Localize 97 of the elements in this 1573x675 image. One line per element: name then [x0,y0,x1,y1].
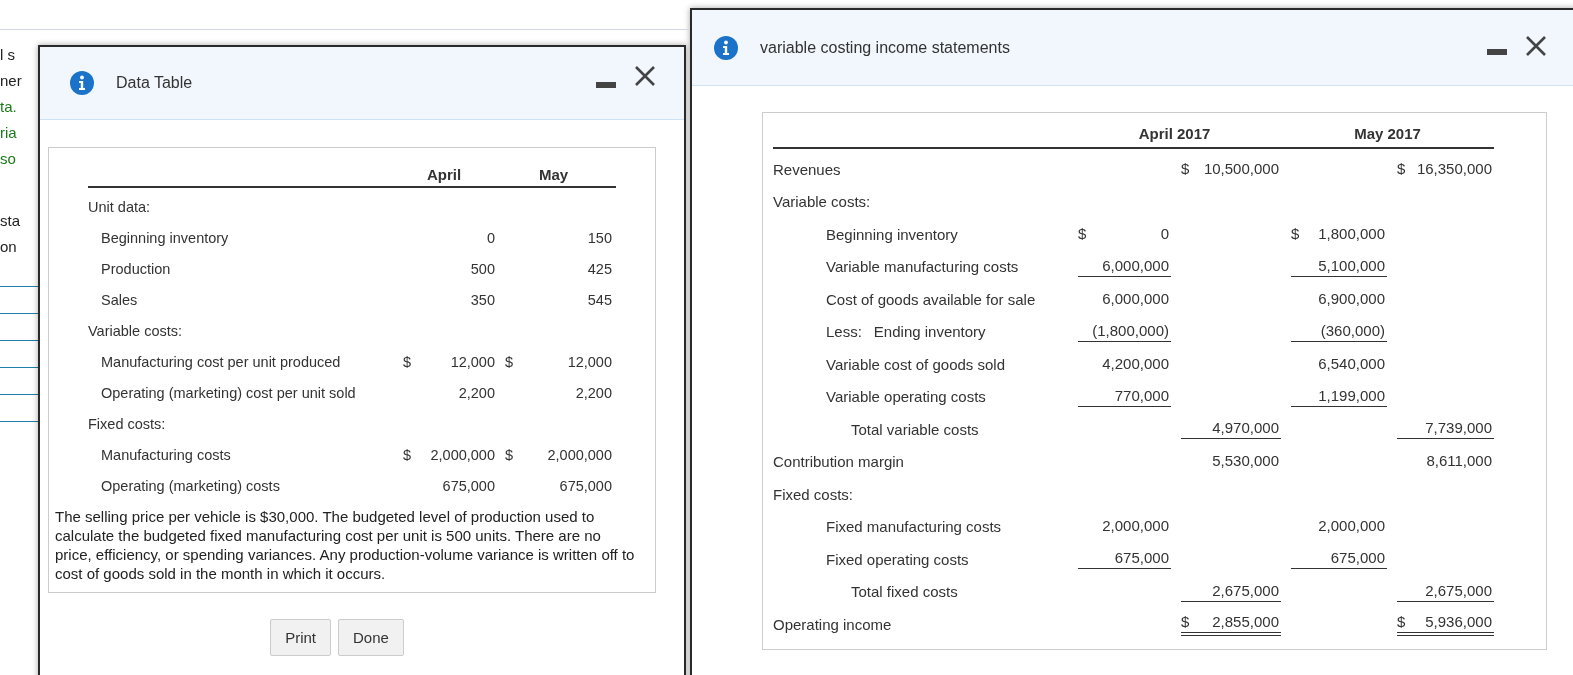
table-cell: 675,000 [1114,549,1169,567]
table-cell-text: 2,000,000 [429,446,495,463]
table-cell-text: 12,000 [449,353,495,370]
table-cell-text: 350 [469,291,495,308]
table-cell: 5,100,000 [1318,256,1385,274]
table-cell: (1,800,000) [1092,321,1169,339]
table-cell-text: 2,200 [574,384,612,401]
row-label: Variable manufacturing costs [826,258,1019,276]
row-label: Operating (marketing) costs [100,477,281,494]
window-title: variable costing income statements [760,38,1010,57]
currency-sign: $ [403,446,412,463]
table-cell-text: 675,000 [558,477,612,494]
background-text: ria [0,123,18,143]
row-label: Operating income [773,615,892,633]
close-icon[interactable] [634,65,656,87]
row-label: Beginning inventory [826,225,958,243]
table-cell: 6,000,000 [1102,256,1169,274]
table-cell: 2,675,000 [1425,581,1492,599]
row-label: Operating (marketing) cost per unit sold [100,384,357,401]
table-cell: 4,970,000 [1212,419,1279,437]
currency-sign: $ [1397,159,1406,177]
table-cell: 7,739,000 [1425,419,1492,437]
row-label: Total fixed costs [851,583,958,601]
dialog-button[interactable]: Print [270,619,331,656]
table-cell: 1,199,000 [1318,386,1385,404]
row-label: Fixed manufacturing costs [826,518,1002,536]
table-cell-text: 12,000 [566,353,612,370]
background-text: ner [0,71,23,91]
table-cell: 4,200,000 [1102,354,1169,372]
table-cell: 8,611,000 [1426,452,1492,470]
table-cell-text: 2,200 [457,384,495,401]
currency-sign: $ [505,353,514,370]
row-label: Production [100,260,172,277]
table-cell: 10,500,000 [1203,159,1279,177]
background-text: sta [0,211,21,231]
table-cell-text: 425 [586,260,612,277]
row-label: Fixed costs: [773,485,854,503]
info-icon [70,71,94,95]
currency-sign: $ [1181,159,1190,177]
table-cell: 675,000 [1330,549,1385,567]
table-cell-text: 500 [469,260,495,277]
table-cell-text: 2,000,000 [546,446,612,463]
column-header: May [537,165,570,183]
row-label: Fixed costs: [88,415,167,432]
row-label: Manufacturing cost per unit produced [100,353,342,370]
background-text: on [0,237,18,257]
row-label: Fixed operating costs [826,550,969,568]
row-label: Sales [100,291,139,308]
row-label: Manufacturing costs [100,446,232,463]
currency-sign: $ [1291,224,1300,242]
table-cell: 5,530,000 [1212,452,1279,470]
table-cell-text: 545 [586,291,612,308]
row-label: Unit data: [88,198,152,215]
column-header: April [425,165,463,183]
table-cell: 2,675,000 [1212,581,1279,599]
minimize-icon[interactable] [1487,48,1507,55]
background-text: so [0,149,17,169]
close-icon[interactable] [1525,34,1547,57]
table-cell: 6,000,000 [1102,289,1169,307]
row-label: Variable cost of goods sold [826,355,1005,373]
row-label: Revenues [773,160,841,178]
table-cell: 0 [1160,224,1169,242]
column-header: April 2017 [1137,125,1212,144]
table-cell: 2,000,000 [1102,517,1169,535]
dialog-button[interactable]: Done [338,619,404,656]
row-label: Variable costs: [88,322,184,339]
row-label: Contribution margin [773,453,904,471]
row-label-prefix: Less: [826,323,862,341]
table-cell: (360,000) [1320,321,1385,339]
currency-sign: $ [403,353,412,370]
table-cell-text: 675,000 [441,477,495,494]
row-label: Variable operating costs [826,388,986,406]
row-label: Variable costs: [773,193,871,211]
row-label: Total variable costs [851,420,979,438]
table-cell: 1,800,000 [1318,224,1385,242]
note-paragraph: The selling price per vehicle is $30,000. The budgeted level of production used to calculate the budgeted fixed manufacturing cost per unit is 500 units. There are no price, efficiency, or spending variances. Any production-volume variance is written off to cost of goods sold in the month in which it occurs. [55,507,636,583]
window-title: Data Table [116,74,193,92]
currency-sign: $ [1181,612,1190,630]
background-text: ta. [0,97,18,117]
table-cell-text: 0 [485,229,495,246]
currency-sign: $ [1078,224,1087,242]
table-cell: 770,000 [1114,386,1169,404]
table-cell: 5,936,000 [1425,612,1492,630]
row-label: Beginning inventory [100,229,230,246]
table-cell: 2,855,000 [1212,612,1279,630]
table-cell: 6,540,000 [1318,354,1385,372]
row-label: Cost of goods available for sale [826,290,1036,308]
table-cell: 6,900,000 [1318,289,1385,307]
table-cell-text: 150 [586,229,612,246]
column-header: May 2017 [1353,125,1422,144]
info-icon [714,35,738,60]
table-cell: 16,350,000 [1416,159,1492,177]
currency-sign: $ [505,446,514,463]
background-text: l s [0,45,16,65]
row-label: Ending inventory [873,323,986,341]
currency-sign: $ [1397,612,1406,630]
table-cell: 2,000,000 [1318,517,1385,535]
